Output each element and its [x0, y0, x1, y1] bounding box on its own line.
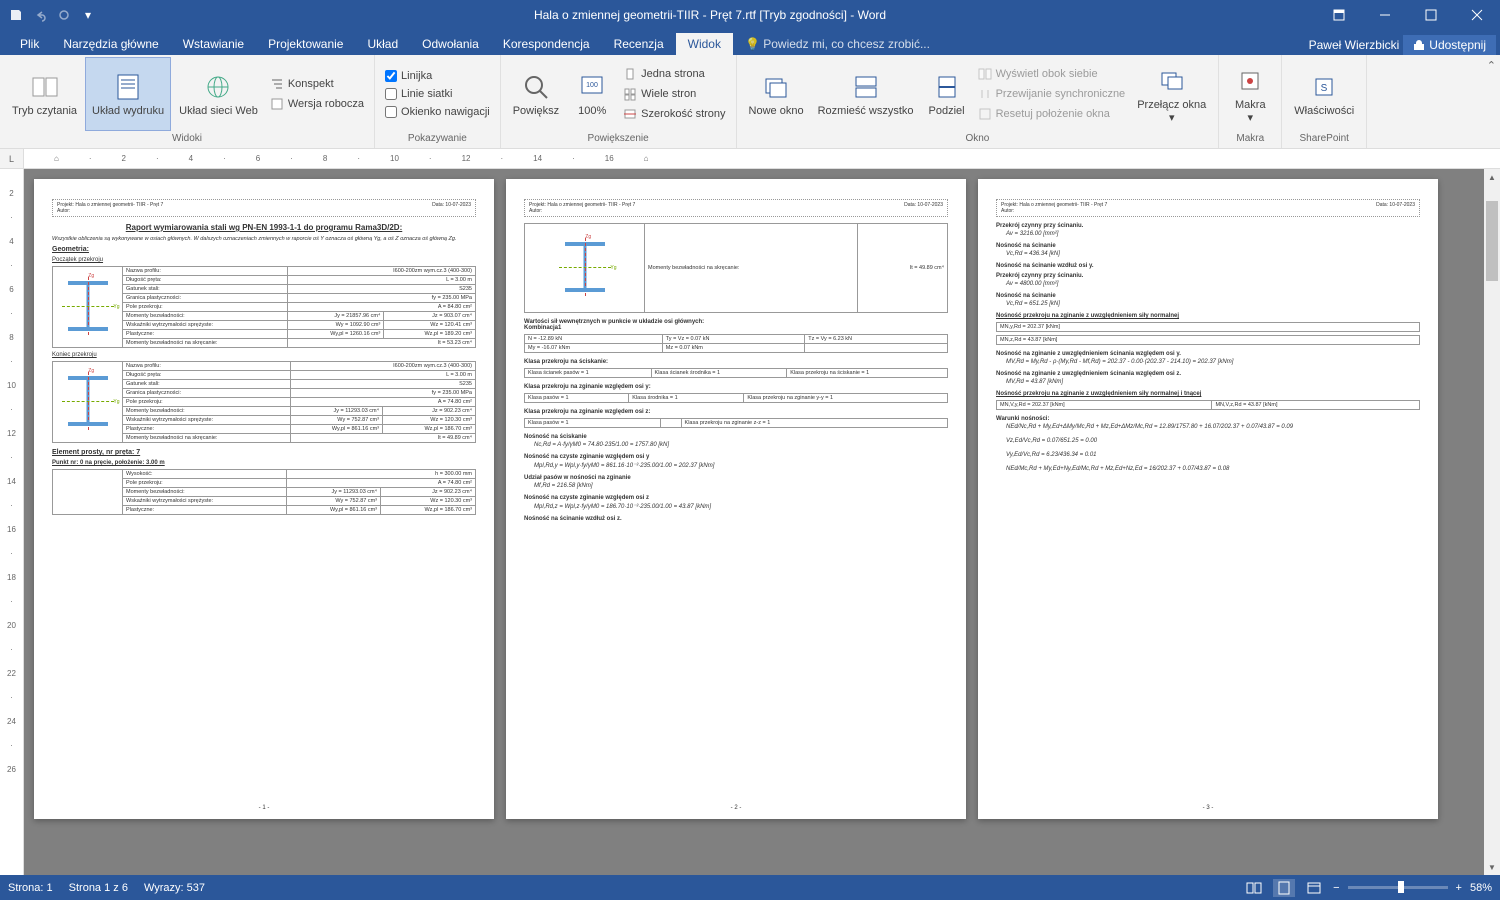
group-widoki: Widoki — [6, 131, 368, 146]
side-by-side-button: Wyświetl obok siebie — [974, 65, 1130, 83]
group-makra: Makra — [1225, 131, 1275, 146]
scroll-down-icon[interactable]: ▼ — [1484, 859, 1500, 875]
zoom-in-icon[interactable]: + — [1456, 882, 1462, 894]
document-area[interactable]: Projekt: Hala o zmiennej geometrii- TIIR… — [24, 169, 1484, 875]
tab-widok[interactable]: Widok — [676, 33, 733, 55]
macros-button[interactable]: Makra ▾ — [1225, 57, 1275, 131]
zoom-slider[interactable] — [1348, 886, 1448, 889]
zoom-button[interactable]: Powiększ — [507, 57, 565, 131]
ruler-corner: L — [0, 149, 24, 168]
svg-text:100: 100 — [586, 82, 598, 89]
read-view-icon[interactable] — [1243, 879, 1265, 897]
i-beam-icon: ZgYg — [68, 376, 108, 426]
tab-odwolania[interactable]: Odwołania — [410, 33, 491, 55]
arrange-all-button[interactable]: Rozmieść wszystko — [812, 57, 920, 131]
scroll-up-icon[interactable]: ▲ — [1484, 169, 1500, 185]
tab-projektowanie[interactable]: Projektowanie — [256, 33, 355, 55]
web-view-icon[interactable] — [1303, 879, 1325, 897]
tab-wstawianie[interactable]: Wstawianie — [171, 33, 256, 55]
undo-icon[interactable] — [32, 7, 48, 23]
split-button[interactable]: Podziel — [922, 57, 972, 131]
vertical-ruler[interactable]: 2·4·6·8·10·12·14·16·18·20·22·24·26 — [0, 169, 24, 875]
group-powiekszenie: Powiększenie — [507, 131, 730, 146]
ribbon-options-icon[interactable] — [1316, 0, 1362, 30]
collapse-ribbon-icon[interactable]: ⌃ — [1483, 55, 1500, 148]
page-2: Projekt: Hala o zmiennej geometrii- TIIR… — [506, 179, 966, 819]
i-beam-icon: ZgYg — [565, 242, 605, 292]
outline-button[interactable]: Konspekt — [266, 75, 368, 93]
vertical-scrollbar[interactable]: ▲ ▼ — [1484, 169, 1500, 875]
page-width-button[interactable]: Szerokość strony — [619, 105, 729, 123]
zoom-level[interactable]: 58% — [1470, 882, 1492, 894]
web-layout-button[interactable]: Układ sieci Web — [173, 57, 264, 131]
i-beam-icon: ZgYg — [68, 281, 108, 331]
status-page-of[interactable]: Strona 1 z 6 — [69, 882, 128, 894]
status-words[interactable]: Wyrazy: 537 — [144, 882, 205, 894]
save-icon[interactable] — [8, 7, 24, 23]
group-okno: Okno — [743, 131, 1213, 146]
one-page-button[interactable]: Jedna strona — [619, 65, 729, 83]
zoom-out-icon[interactable]: − — [1333, 882, 1339, 894]
tab-plik[interactable]: Plik — [8, 33, 51, 55]
user-name[interactable]: Paweł Wierzbicki — [1309, 38, 1400, 52]
status-page[interactable]: Strona: 1 — [8, 882, 53, 894]
group-sharepoint: SharePoint — [1288, 131, 1360, 146]
reset-pos-button: Resetuj położenie okna — [974, 105, 1130, 123]
tab-narzedzia[interactable]: Narzędzia główne — [51, 33, 170, 55]
zoom-100-button[interactable]: 100100% — [567, 57, 617, 131]
tab-recenzja[interactable]: Recenzja — [602, 33, 676, 55]
page-3: Projekt: Hala o zmiennej geometrii- TIIR… — [978, 179, 1438, 819]
minimize-icon[interactable] — [1362, 0, 1408, 30]
scroll-thumb[interactable] — [1486, 201, 1498, 281]
tell-me[interactable]: 💡 Powiedz mi, co chcesz zrobić... — [733, 33, 942, 55]
nav-pane-checkbox[interactable]: Okienko nawigacji — [381, 104, 494, 120]
multi-page-button[interactable]: Wiele stron — [619, 85, 729, 103]
tab-uklad[interactable]: Układ — [355, 33, 410, 55]
tab-korespondencja[interactable]: Korespondencja — [491, 33, 602, 55]
read-mode-button[interactable]: Tryb czytania — [6, 57, 83, 131]
svg-text:S: S — [1321, 83, 1328, 94]
print-view-icon[interactable] — [1273, 879, 1295, 897]
gridlines-checkbox[interactable]: Linie siatki — [381, 86, 494, 102]
page-1: Projekt: Hala o zmiennej geometrii- TIIR… — [34, 179, 494, 819]
sync-scroll-button: Przewijanie synchroniczne — [974, 85, 1130, 103]
group-pokazywanie: Pokazywanie — [381, 131, 494, 146]
qat-dropdown-icon[interactable]: ▾ — [80, 7, 96, 23]
window-title: Hala o zmiennej geometrii-TIIR - Pręt 7.… — [104, 8, 1316, 22]
properties-button[interactable]: SWłaściwości — [1288, 57, 1360, 131]
redo-icon[interactable] — [56, 7, 72, 23]
ruler-checkbox[interactable]: Linijka — [381, 68, 494, 84]
share-button[interactable]: Udostępnij — [1403, 35, 1496, 55]
draft-button[interactable]: Wersja robocza — [266, 95, 368, 113]
switch-windows-button[interactable]: Przełącz okna ▾ — [1131, 57, 1212, 131]
new-window-button[interactable]: Nowe okno — [743, 57, 810, 131]
horizontal-ruler[interactable]: ⌂·2·4·6·8·10·12·14·16⌂ — [24, 149, 1500, 168]
close-icon[interactable] — [1454, 0, 1500, 30]
maximize-icon[interactable] — [1408, 0, 1454, 30]
print-layout-button[interactable]: Układ wydruku — [85, 57, 171, 131]
